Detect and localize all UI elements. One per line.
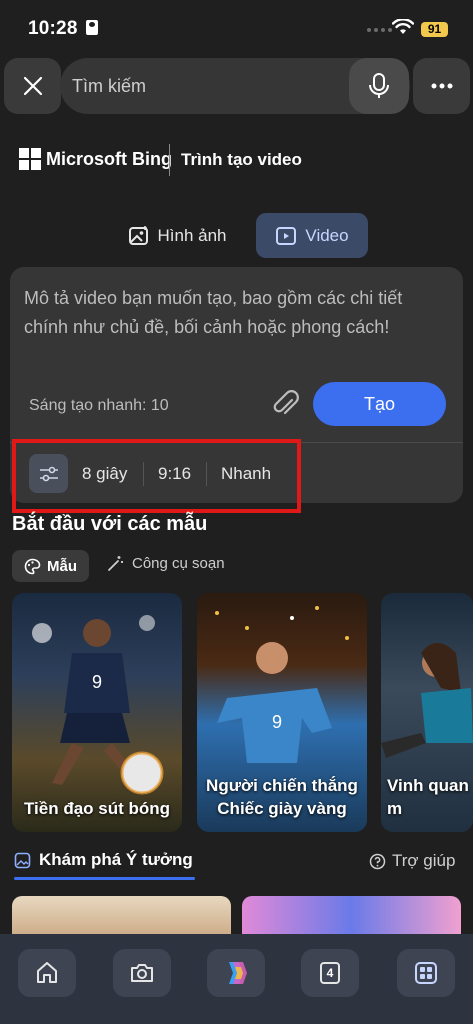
help-link[interactable]: Trợ giúp bbox=[369, 851, 455, 871]
home-icon bbox=[37, 962, 57, 983]
camera-icon bbox=[131, 964, 153, 982]
signal-icon bbox=[367, 28, 392, 32]
chip-templates-label: Mẫu bbox=[47, 557, 77, 575]
template-card-label: Người chiến thắng Chiếc giày vàng bbox=[206, 776, 358, 818]
home-button[interactable] bbox=[18, 949, 76, 997]
tab-image-label: Hình ảnh bbox=[157, 225, 227, 245]
explore-label: Khám phá Ý tưởng bbox=[39, 850, 193, 869]
highlight-annotation bbox=[12, 439, 301, 513]
camera-button[interactable] bbox=[113, 949, 171, 997]
person-icon bbox=[86, 20, 98, 35]
battery-indicator: 91 bbox=[421, 22, 448, 37]
wifi-icon bbox=[391, 18, 415, 40]
apps-grid-icon bbox=[415, 962, 437, 984]
apps-button[interactable] bbox=[397, 949, 455, 997]
paperclip-icon bbox=[273, 390, 299, 415]
template-card[interactable]: 9 Người chiến thắng Chiếc giày vàng bbox=[197, 593, 367, 832]
prompt-input[interactable]: Mô tả video bạn muốn tạo, bao gồm các ch… bbox=[24, 284, 444, 342]
chip-compose-tools[interactable]: Công cụ soạn bbox=[107, 555, 225, 572]
help-icon bbox=[369, 853, 386, 869]
close-icon bbox=[23, 76, 42, 96]
more-options-button[interactable] bbox=[413, 58, 470, 114]
template-card[interactable]: Vinh quan m bbox=[381, 593, 473, 832]
header-divider bbox=[169, 144, 170, 176]
tab-image[interactable]: Hình ảnh bbox=[112, 213, 242, 258]
attach-button[interactable] bbox=[272, 390, 300, 425]
templates-title: Bắt đầu với các mẫu bbox=[12, 513, 208, 535]
svg-text:9: 9 bbox=[92, 672, 102, 692]
chip-templates[interactable]: Mẫu bbox=[12, 550, 89, 582]
video-icon bbox=[276, 226, 297, 245]
image-icon bbox=[14, 852, 31, 868]
create-button[interactable]: Tạo bbox=[313, 382, 446, 426]
help-label: Trợ giúp bbox=[392, 851, 456, 870]
template-card[interactable]: 9 Tiền đạo sút bóng bbox=[12, 593, 182, 832]
microsoft-logo-icon bbox=[19, 148, 41, 170]
close-button[interactable] bbox=[4, 58, 61, 114]
tab-video[interactable]: Video bbox=[256, 213, 368, 258]
page-title: Trình tạo video bbox=[181, 150, 302, 169]
tabs-button[interactable]: 4 bbox=[301, 949, 359, 997]
svg-text:9: 9 bbox=[272, 712, 282, 732]
palette-icon bbox=[24, 558, 41, 574]
tab-video-label: Video bbox=[305, 225, 349, 245]
status-time: 10:28 bbox=[28, 18, 78, 39]
microphone-icon bbox=[369, 73, 389, 98]
template-card-label: Vinh quan m bbox=[387, 776, 469, 818]
brand-name: Microsoft Bing bbox=[46, 149, 172, 169]
tab-count: 4 bbox=[320, 962, 340, 984]
copilot-icon bbox=[229, 962, 247, 984]
quick-create-count: Sáng tạo nhanh: 10 bbox=[29, 397, 169, 414]
copilot-button[interactable] bbox=[207, 949, 265, 997]
image-icon bbox=[128, 225, 148, 245]
active-tab-indicator bbox=[14, 877, 195, 880]
microphone-button[interactable] bbox=[349, 58, 409, 114]
magic-wand-icon bbox=[108, 556, 123, 571]
template-card-label: Tiền đạo sút bóng bbox=[23, 799, 171, 818]
search-placeholder: Tìm kiếm bbox=[72, 76, 146, 96]
tab-explore-ideas[interactable]: Khám phá Ý tưởng bbox=[14, 850, 193, 870]
chip-tools-label: Công cụ soạn bbox=[132, 555, 225, 572]
more-icon bbox=[431, 83, 452, 89]
